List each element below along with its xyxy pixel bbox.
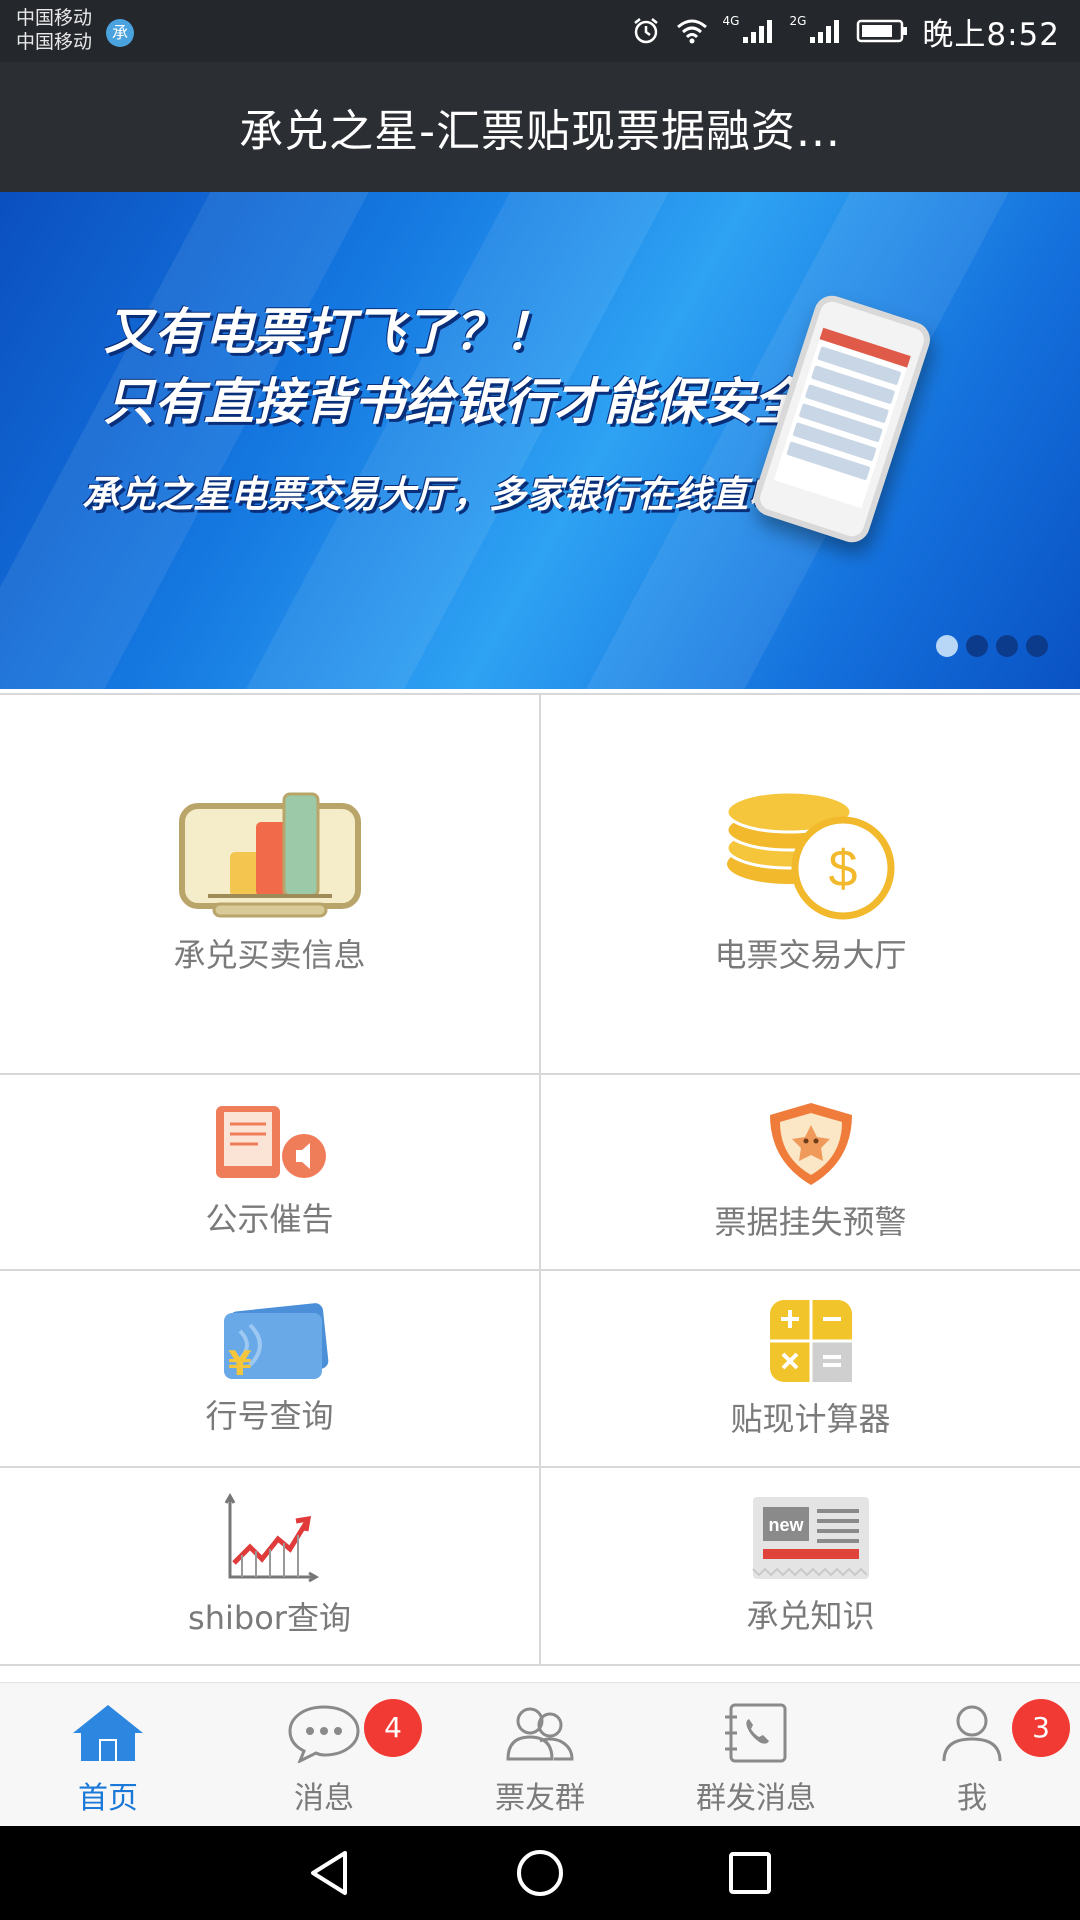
status-bar: 中国移动 中国移动 承 4G 2G 晚上8:52 [0, 0, 1080, 62]
grid-item-label: 票据挂失预警 [714, 1203, 907, 1241]
feature-grid: 承兑买卖信息 $ 电票交易大厅 公示催告 票据挂失预警 ¥ 行号查询 贴现计算器… [0, 693, 1080, 1666]
carousel-dot[interactable] [966, 635, 988, 657]
recents-icon[interactable] [725, 1848, 775, 1898]
newspaper-tag: new [768, 1515, 804, 1535]
shield-alert-icon [769, 1103, 852, 1185]
chart-board-icon [178, 792, 361, 918]
alarm-icon [633, 18, 658, 44]
chat-bubble-icon [288, 1705, 360, 1763]
grid-item-label: 承兑买卖信息 [173, 936, 366, 974]
network-type-1: 4G [722, 14, 740, 28]
battery-icon [857, 19, 908, 43]
grid-item-public-notice[interactable]: 公示催告 [0, 1075, 539, 1269]
tab-groups[interactable]: 票友群 [432, 1683, 648, 1827]
tab-label: 群发消息 [696, 1781, 816, 1816]
home-icon [73, 1705, 143, 1761]
grid-item-trade-info[interactable]: 承兑买卖信息 [0, 693, 539, 1073]
unread-badge: 3 [1012, 1699, 1070, 1757]
svg-text:¥: ¥ [228, 1344, 252, 1381]
grid-item-label: 贴现计算器 [730, 1399, 891, 1438]
carousel-dot[interactable] [1026, 635, 1048, 657]
tab-me[interactable]: 我 3 [864, 1683, 1080, 1827]
carousel-dot[interactable] [996, 635, 1018, 657]
promo-banner[interactable]: 又有电票打飞了？！ 只有直接背书给银行才能保安全！ 承兑之星电票交易大厅，多家银… [0, 192, 1080, 689]
tab-home[interactable]: 首页 [0, 1683, 216, 1827]
trend-chart-icon [224, 1493, 319, 1583]
group-icon [506, 1707, 574, 1761]
tab-label: 我 [957, 1781, 987, 1816]
status-time: 晚上8:52 [922, 16, 1060, 53]
app-notification-icon: 承 [106, 19, 134, 47]
grid-item-label: 电票交易大厅 [714, 936, 907, 974]
grid-item-etrade-hall[interactable]: $ 电票交易大厅 [541, 693, 1080, 1073]
carrier-2: 中国移动 [16, 31, 93, 53]
page-title: 承兑之星-汇票贴现票据融资... [239, 106, 841, 157]
person-icon [942, 1705, 1002, 1762]
grid-item-calculator[interactable]: 贴现计算器 [541, 1271, 1080, 1466]
grid-item-bank-code[interactable]: ¥ 行号查询 [0, 1271, 539, 1466]
status-indicators: 4G 2G 晚上8:52 [631, 0, 1061, 62]
coins-dollar-icon: $ [725, 790, 894, 920]
bottom-tab-bar: 首页 消息 4 票友群 群发消息 我 3 [0, 1682, 1080, 1826]
back-icon[interactable] [305, 1848, 355, 1898]
signal-icon [743, 20, 773, 43]
newspaper-icon: new [751, 1497, 869, 1579]
grid-item-label: 公示催告 [205, 1200, 334, 1238]
banner-subheadline: 只有直接背书给银行才能保安全！ [104, 373, 854, 431]
grid-item-label: 行号查询 [205, 1396, 334, 1435]
wifi-icon [676, 19, 707, 44]
grid-item-label: shibor查询 [188, 1599, 351, 1637]
title-bar: 承兑之星-汇票贴现票据融资... [0, 62, 1080, 192]
calculator-icon [769, 1299, 852, 1382]
tab-broadcast[interactable]: 群发消息 [648, 1683, 864, 1827]
carousel-indicator[interactable] [936, 635, 1048, 657]
signal-icon [810, 20, 840, 43]
tab-label: 首页 [78, 1781, 138, 1816]
tab-label: 票友群 [495, 1781, 585, 1816]
carrier-1: 中国移动 [16, 7, 93, 29]
grid-item-loss-warning[interactable]: 票据挂失预警 [541, 1075, 1080, 1269]
card-yuan-icon: ¥ [223, 1302, 328, 1381]
home-circle-icon[interactable] [515, 1848, 565, 1898]
carrier-info: 中国移动 中国移动 [16, 6, 92, 54]
tab-messages[interactable]: 消息 4 [216, 1683, 432, 1827]
system-nav-bar [0, 1826, 1080, 1920]
grid-item-label: 承兑知识 [746, 1597, 875, 1635]
svg-text:$: $ [828, 840, 857, 898]
network-type-2: 2G [789, 14, 807, 28]
unread-badge: 4 [364, 1699, 422, 1757]
banner-headline: 又有电票打飞了？！ [104, 303, 554, 361]
contact-book-icon [725, 1703, 787, 1763]
carousel-dot[interactable] [936, 635, 958, 657]
tab-label: 消息 [294, 1781, 354, 1816]
grid-item-knowledge[interactable]: new 承兑知识 [541, 1468, 1080, 1664]
notice-speaker-icon [215, 1106, 326, 1178]
grid-item-shibor[interactable]: shibor查询 [0, 1468, 539, 1664]
